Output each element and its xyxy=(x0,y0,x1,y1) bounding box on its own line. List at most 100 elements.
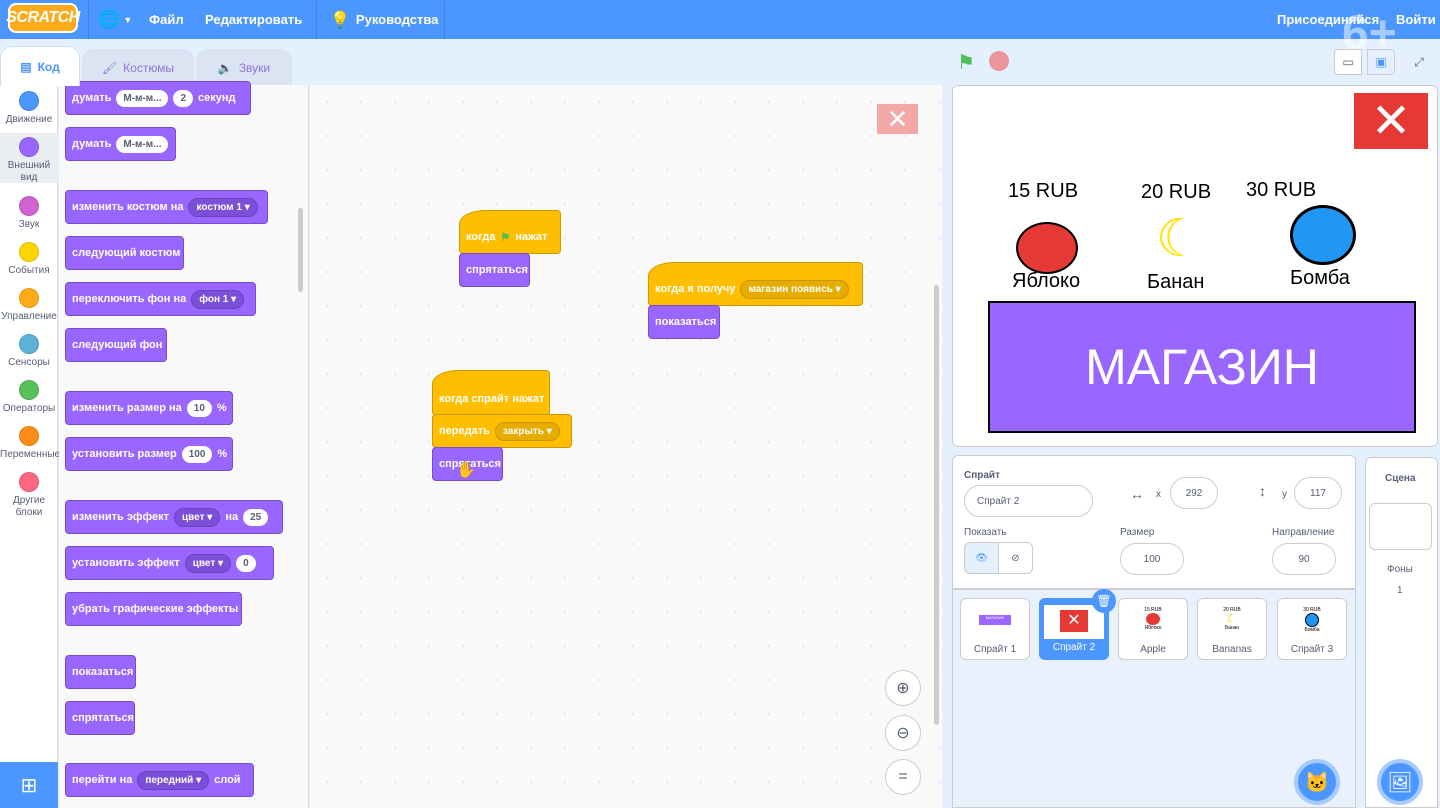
delete-sprite-button[interactable]: 🗑 xyxy=(1092,589,1116,613)
sprite-thumb-3[interactable]: 15 RUB Яблоко Apple xyxy=(1118,598,1188,660)
language-menu[interactable]: 🌐 ▼ xyxy=(98,0,132,39)
category-sensing[interactable]: Сенсоры xyxy=(0,334,58,369)
clear-effects-block[interactable]: убрать графические эффекты xyxy=(65,592,242,626)
category-sound[interactable]: Звук xyxy=(0,196,58,231)
choose-backdrop-button[interactable]: 🖼 xyxy=(1377,759,1423,805)
zoom-reset-button[interactable]: = xyxy=(885,759,921,795)
category-looks[interactable]: Внешний вид xyxy=(0,133,58,183)
size-input[interactable]: 100 xyxy=(1120,543,1184,575)
banana-sprite[interactable]: ☾ xyxy=(1145,205,1213,273)
message-dropdown[interactable]: магазин появись ▾ xyxy=(740,279,849,299)
effect-input[interactable]: 0 xyxy=(236,554,256,572)
tab-code[interactable]: ▤ Код xyxy=(0,46,80,86)
sprite-thumb-label: Спрайт 3 xyxy=(1290,644,1334,655)
block-text: установить эффект xyxy=(72,557,180,569)
seconds-input[interactable]: 2 xyxy=(173,89,194,107)
y-label: y xyxy=(1282,489,1287,500)
backdrop-dropdown[interactable]: фон 1 ▾ xyxy=(191,289,245,309)
switch-costume-block[interactable]: изменить костюм на костюм 1 ▾ xyxy=(65,190,268,224)
backdrops-count: 1 xyxy=(1397,585,1403,596)
effect-input[interactable]: 25 xyxy=(243,508,269,526)
sprite-thumb-1[interactable]: МАГАЗИН Спрайт 1 xyxy=(960,598,1030,660)
workspace-scrollbar[interactable] xyxy=(934,285,939,725)
sprite-thumb-5[interactable]: 30 RUB Бомба Спрайт 3 xyxy=(1277,598,1347,660)
category-control[interactable]: Управление xyxy=(0,288,58,323)
sprite-name-input[interactable]: Спрайт 2 xyxy=(964,485,1093,517)
zoom-in-button[interactable]: ⊕ xyxy=(885,670,921,706)
sprite-thumbnail: 15 RUB Яблоко xyxy=(1133,607,1173,635)
tab-code-label: Код xyxy=(37,59,60,74)
show-block[interactable]: показаться xyxy=(648,305,720,339)
change-size-block[interactable]: изменить размер на 10% xyxy=(65,391,233,425)
hide-block[interactable]: спрятаться xyxy=(459,253,530,287)
category-label: Другие блоки xyxy=(12,495,46,518)
sprite-thumb-label: Apple xyxy=(1140,644,1166,655)
effect-dropdown[interactable]: цвет ▾ xyxy=(184,553,232,573)
sprite-thumb-4[interactable]: 20 RUB ☾ Банан Bananas xyxy=(1197,598,1267,660)
eye-slash-icon: ⊘ xyxy=(1011,552,1020,564)
set-size-block[interactable]: установить размер 100% xyxy=(65,437,233,471)
size-input[interactable]: 10 xyxy=(186,399,212,417)
when-flag-clicked-block[interactable]: когда ⚑ нажат xyxy=(459,210,561,254)
add-extension-button[interactable]: ⊞ xyxy=(0,762,58,808)
tutorials-menu[interactable]: 💡 Руководства xyxy=(330,0,438,39)
zoom-in-icon: ⊕ xyxy=(896,680,910,697)
block-text: изменить размер на xyxy=(72,402,182,414)
code-workspace[interactable] xyxy=(310,85,942,808)
scratch-logo[interactable]: SCRATCH xyxy=(6,3,80,33)
broadcast-block[interactable]: передать закрыть ▾ xyxy=(432,414,572,448)
when-receive-block[interactable]: когда я получу магазин появись ▾ xyxy=(648,262,863,306)
code-icon: ▤ xyxy=(20,59,32,74)
bomb-sprite[interactable] xyxy=(1290,205,1356,265)
next-backdrop-block[interactable]: следующий фон xyxy=(65,328,167,362)
switch-backdrop-block[interactable]: переключить фон на фон 1 ▾ xyxy=(65,282,256,316)
apple-sprite[interactable] xyxy=(1016,222,1078,274)
palette-scrollbar[interactable] xyxy=(298,208,303,292)
signin-link[interactable]: Войти xyxy=(1396,0,1436,39)
think-secs-block[interactable]: думать М-м-м... 2 секунд xyxy=(65,81,251,115)
next-costume-block[interactable]: следующий костюм xyxy=(65,236,184,270)
small-stage-button[interactable]: ▭ xyxy=(1334,49,1362,75)
shop-sprite[interactable]: МАГАЗИН xyxy=(988,301,1416,433)
direction-input[interactable]: 90 xyxy=(1272,543,1336,575)
tab-sounds-label: Звуки xyxy=(238,61,271,75)
zoom-out-button[interactable]: ⊖ xyxy=(885,715,921,751)
category-motion[interactable]: Движение xyxy=(0,91,58,126)
show-block[interactable]: показаться xyxy=(65,655,136,689)
close-sprite[interactable]: ✕ xyxy=(1354,93,1428,149)
block-text: перейти на xyxy=(72,774,133,786)
costume-dropdown[interactable]: костюм 1 ▾ xyxy=(188,197,258,217)
category-operators[interactable]: Операторы xyxy=(0,380,58,415)
edit-menu[interactable]: Редактировать xyxy=(205,0,302,39)
large-stage-button[interactable]: ▣ xyxy=(1367,49,1395,75)
category-myblocks[interactable]: Другие блоки xyxy=(0,472,58,519)
y-input[interactable]: 117 xyxy=(1294,477,1342,509)
stop-button[interactable] xyxy=(989,51,1009,71)
message-input[interactable]: М-м-м... xyxy=(116,89,169,107)
layer-dropdown[interactable]: передний ▾ xyxy=(137,770,210,790)
effect-dropdown[interactable]: цвет ▾ xyxy=(174,507,221,527)
file-menu[interactable]: Файл xyxy=(149,0,184,39)
x-input[interactable]: 292 xyxy=(1170,477,1218,509)
set-effect-block[interactable]: установить эффект цвет ▾ 0 xyxy=(65,546,274,580)
category-events[interactable]: События xyxy=(0,242,58,277)
backdrop-thumbnail[interactable] xyxy=(1369,503,1432,550)
x-arrows-icon: ↔ xyxy=(1130,486,1144,502)
hide-block[interactable]: спрятаться xyxy=(65,701,135,735)
show-hidden-button[interactable]: ⊘ xyxy=(998,542,1033,574)
choose-sprite-button[interactable]: 🐱 xyxy=(1294,759,1340,805)
block-text: когда xyxy=(466,231,496,243)
category-label: Операторы xyxy=(2,403,56,414)
think-block[interactable]: думать М-м-м... xyxy=(65,127,176,161)
category-variables[interactable]: Переменные xyxy=(0,426,60,461)
fullscreen-button[interactable]: ⤢ xyxy=(1405,49,1433,75)
change-effect-block[interactable]: изменить эффект цвет ▾ на 25 xyxy=(65,500,283,534)
green-flag-button[interactable]: ⚑ xyxy=(957,50,975,75)
show-visible-button[interactable]: 👁 xyxy=(964,542,999,574)
block-text: % xyxy=(216,402,227,414)
size-input[interactable]: 100 xyxy=(181,445,213,463)
message-input[interactable]: М-м-м... xyxy=(116,135,169,153)
broadcast-dropdown[interactable]: закрыть ▾ xyxy=(494,421,560,441)
go-layer-block[interactable]: перейти на передний ▾ слой xyxy=(65,763,254,797)
when-sprite-clicked-block[interactable]: когда спрайт нажат xyxy=(432,370,550,416)
